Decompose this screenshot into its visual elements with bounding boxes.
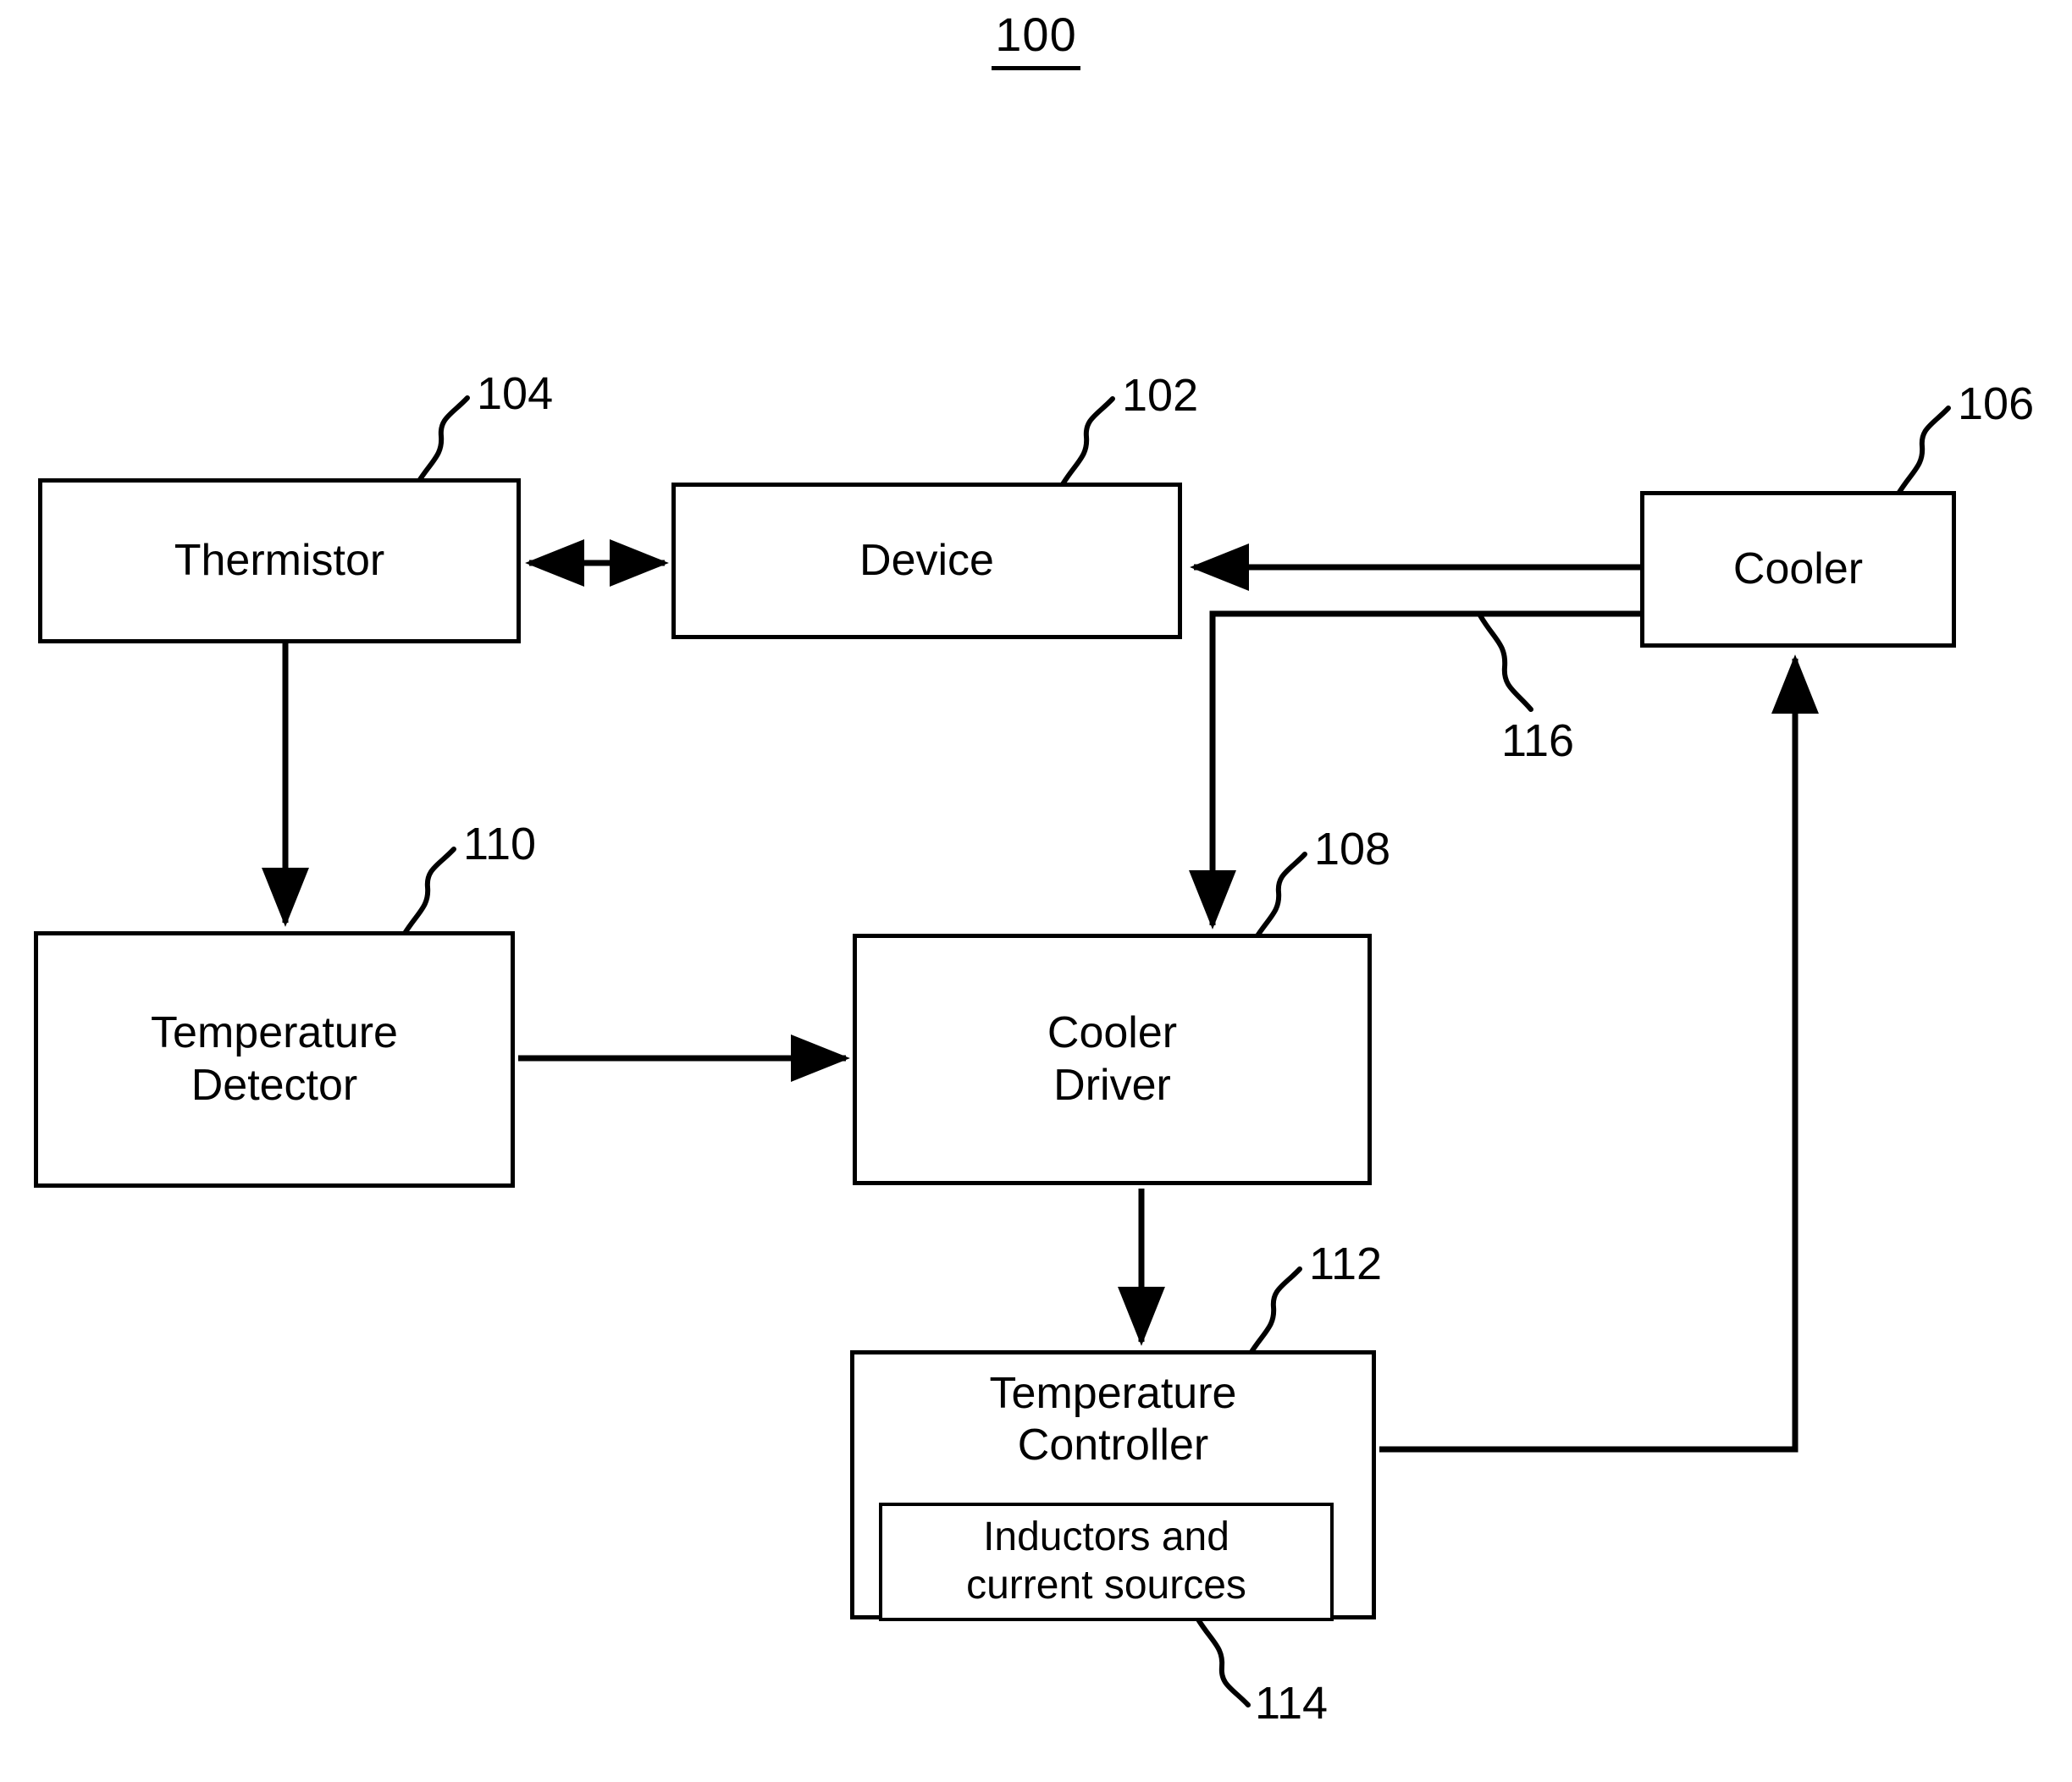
- ref-numeral-112: 112: [1309, 1239, 1383, 1289]
- block-cooler[interactable]: Cooler: [1640, 491, 1956, 648]
- ref-numeral-110: 110: [463, 819, 537, 869]
- ref-numeral-106: 106: [1958, 378, 2035, 429]
- block-thermistor-label: Thermistor: [174, 535, 385, 585]
- block-inductors-current-sources-label: Inductors and current sources: [966, 1514, 1246, 1608]
- wire-controller-cooler: [1379, 654, 1819, 1453]
- block-device-label: Device: [859, 535, 994, 585]
- block-cooler-driver[interactable]: Cooler Driver: [853, 934, 1372, 1185]
- block-temperature-controller-label: Temperature Controller: [989, 1369, 1237, 1470]
- ref-numeral-102: 102: [1122, 370, 1199, 421]
- leader-108: [1252, 852, 1307, 942]
- ref-numeral-116: 116: [1501, 715, 1575, 766]
- ref-numeral-104: 104: [477, 368, 554, 419]
- block-device[interactable]: Device: [671, 483, 1182, 639]
- leader-116: [1478, 613, 1533, 712]
- block-cooler-driver-label: Cooler Driver: [1047, 1008, 1178, 1110]
- leader-102: [1060, 396, 1115, 487]
- block-temperature-detector-label: Temperature Detector: [151, 1008, 398, 1110]
- leader-110: [401, 847, 456, 937]
- wire-cooler-cooler-driver: [1189, 610, 1640, 930]
- figure-canvas: 100 Thermistor Device Cooler Temperature…: [0, 0, 2072, 1782]
- leader-114: [1196, 1617, 1251, 1708]
- leader-112: [1247, 1266, 1302, 1357]
- ref-numeral-114: 114: [1255, 1678, 1329, 1729]
- block-thermistor[interactable]: Thermistor: [38, 478, 521, 643]
- figure-number: 100: [0, 7, 2072, 70]
- leader-106: [1896, 406, 1951, 496]
- ref-numeral-108: 108: [1314, 824, 1391, 874]
- block-temperature-detector[interactable]: Temperature Detector: [34, 931, 515, 1188]
- figure-number-text: 100: [992, 8, 1080, 70]
- block-cooler-label: Cooler: [1732, 543, 1864, 593]
- leader-104: [415, 395, 470, 486]
- block-inductors-current-sources[interactable]: Inductors and current sources: [879, 1503, 1334, 1621]
